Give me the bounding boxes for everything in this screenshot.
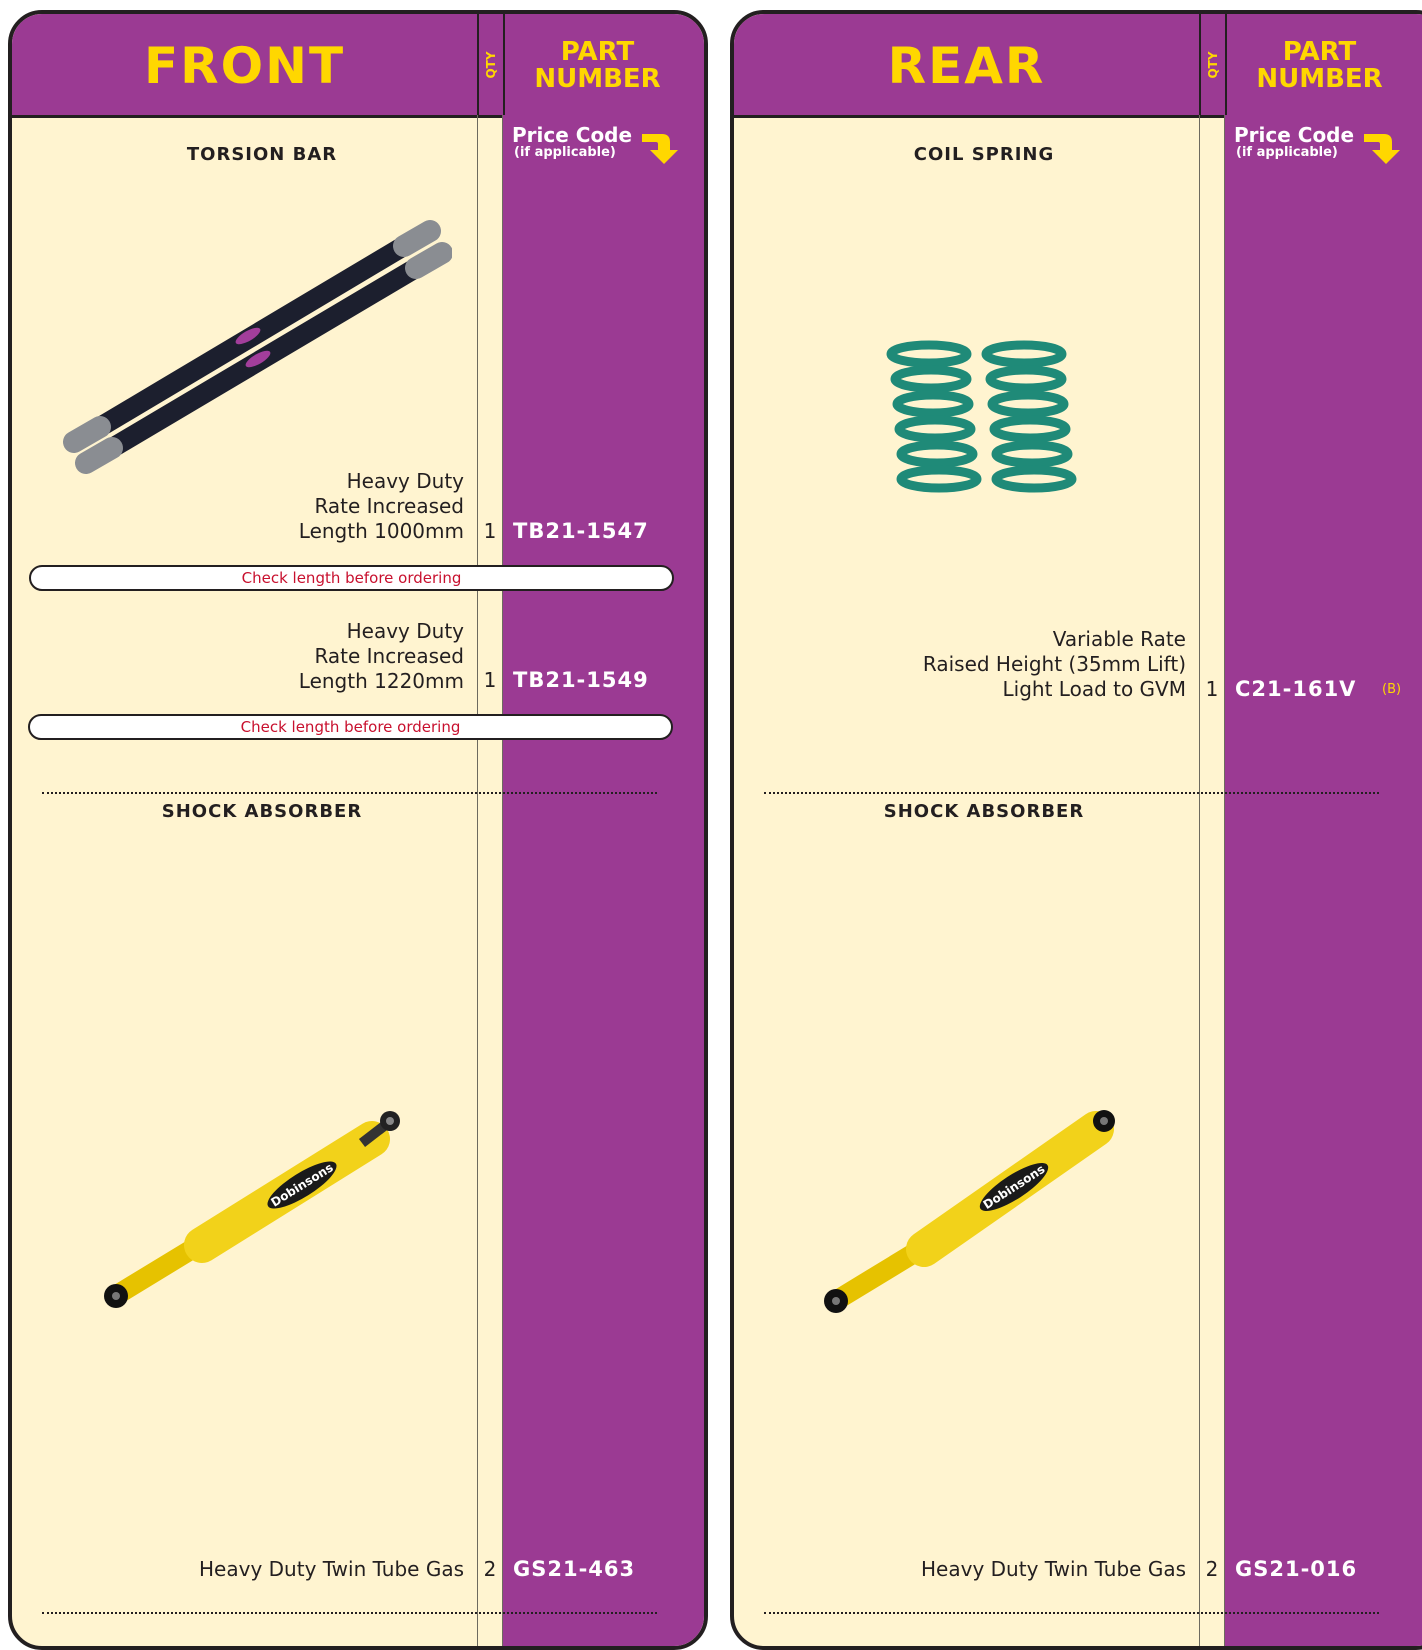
shock-absorber-title: SHOCK ABSORBER [883,801,1085,822]
desc-line: Length 1000mm [298,519,464,543]
part-header-line1: PART [560,37,635,67]
price-code-label: Price Code [512,123,633,147]
part-header-line2: NUMBER [1256,64,1383,94]
desc-line: Length 1220mm [298,669,464,693]
part-number-column [503,115,704,1646]
price-code-label: Price Code [1234,123,1355,147]
torsion-item-2-desc: Heavy Duty Rate Increased Length 1220mm [299,619,464,694]
desc-line: Heavy Duty [346,619,464,643]
front-title: FRONT [143,37,346,95]
front-header: FRONT QTY PART NUMBER [12,14,704,118]
check-length-note: Check length before ordering [28,714,673,740]
desc-line: Raised Height (35mm Lift) [922,652,1186,676]
rear-header: REAR QTY PART NUMBER [734,14,1422,118]
part-number-header: PART NUMBER [505,39,690,93]
desc-line: Rate Increased [314,494,464,518]
torsion-bar-title: TORSION BAR [186,144,338,165]
rear-panel: REAR QTY PART NUMBER Price Code (if appl… [730,10,1422,1650]
torsion-item-1-desc: Heavy Duty Rate Increased Length 1000mm [299,469,464,544]
desc-line: Rate Increased [314,644,464,668]
qty-header: QTY [477,14,505,115]
qty-header-label: QTY [484,50,498,79]
section-divider [764,1612,1379,1614]
torsion-bar-image [63,220,452,474]
qty-column [477,115,503,1646]
part-header-line1: PART [1282,37,1357,67]
coil-spring-price-code: (B) [1382,682,1402,697]
coil-spring-qty: 1 [1205,677,1219,701]
coil-spring-part: C21-161V [1235,677,1357,701]
qty-header-label: QTY [1206,50,1220,79]
front-shock-qty: 2 [483,1557,497,1581]
section-divider [42,1612,657,1614]
price-code-sub: (if applicable) [1236,145,1338,160]
curved-arrow-icon [1364,134,1400,164]
coil-spring-desc: Variable Rate Raised Height (35mm Lift) … [923,627,1186,702]
front-shock-desc: Heavy Duty Twin Tube Gas [199,1557,464,1581]
shock-absorber-image: Dobinsons [104,1111,400,1308]
torsion-item-1-part: TB21-1547 [513,519,649,543]
shock-absorber-image: Dobinsons [824,1110,1115,1313]
part-number-column [1225,115,1422,1646]
rear-shock-part: GS21-016 [1235,1557,1358,1581]
rear-title: REAR [887,37,1046,95]
desc-line: Light Load to GVM [1002,677,1186,701]
check-length-note: Check length before ordering [29,565,674,591]
front-panel: FRONT QTY PART NUMBER Price Code (if app… [8,10,708,1650]
desc-line: Heavy Duty [346,469,464,493]
torsion-item-1-qty: 1 [483,519,497,543]
coil-spring-image [886,340,1077,493]
section-divider [764,792,1379,794]
torsion-item-2-qty: 1 [483,668,497,692]
qty-column [1199,115,1225,1646]
part-header-line2: NUMBER [534,64,661,94]
section-divider [42,792,657,794]
coil-spring-title: COIL SPRING [913,144,1055,165]
torsion-item-2-part: TB21-1549 [513,668,649,692]
rear-shock-qty: 2 [1205,1557,1219,1581]
desc-line: Variable Rate [1052,627,1186,651]
qty-header: QTY [1199,14,1227,115]
shock-absorber-title: SHOCK ABSORBER [161,801,363,822]
price-code-sub: (if applicable) [514,145,616,160]
rear-shock-desc: Heavy Duty Twin Tube Gas [921,1557,1186,1581]
front-shock-part: GS21-463 [513,1557,636,1581]
curved-arrow-icon [642,134,678,164]
part-number-header: PART NUMBER [1227,39,1412,93]
